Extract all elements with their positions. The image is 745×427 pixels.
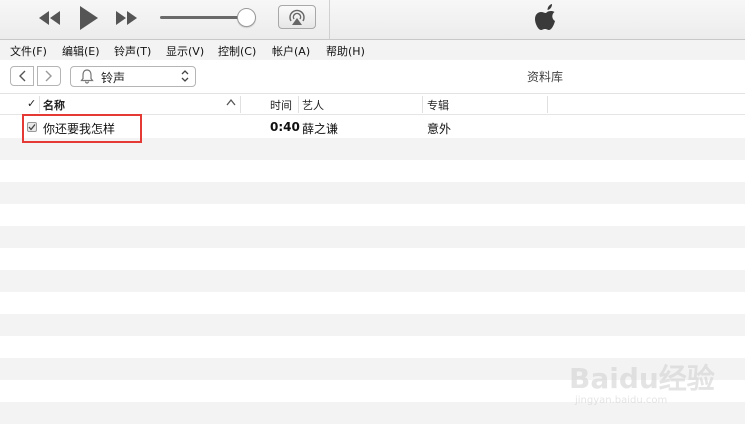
menu-controls[interactable]: 控制(C): [218, 43, 256, 59]
column-separator: [39, 96, 40, 113]
toolbar-divider: [329, 0, 330, 39]
airplay-icon: [289, 9, 305, 25]
menu-bar: 文件(F) 编辑(E) 铃声(T) 显示(V) 控制(C) 帐户(A) 帮助(H…: [0, 39, 745, 60]
empty-row: [0, 182, 745, 204]
airplay-button[interactable]: [278, 5, 316, 29]
column-time[interactable]: 时间: [270, 97, 292, 113]
column-artist[interactable]: 艺人: [302, 97, 324, 113]
rewind-icon: [39, 11, 60, 25]
forward-button[interactable]: [37, 66, 61, 86]
highlight-box: [22, 114, 142, 143]
empty-row: [0, 248, 745, 270]
back-button[interactable]: [10, 66, 34, 86]
column-separator: [240, 96, 241, 113]
watermark: Baidu经验 jingyan.baidu.com: [565, 345, 715, 415]
column-separator: [298, 96, 299, 113]
empty-row: [0, 314, 745, 336]
track-album: 意外: [427, 122, 452, 136]
fast-forward-button[interactable]: [112, 7, 140, 29]
sort-ascending-icon: [226, 98, 236, 106]
column-separator: [422, 96, 423, 113]
rewind-button[interactable]: [36, 7, 64, 29]
column-check[interactable]: ✓: [27, 97, 36, 110]
empty-row: [0, 226, 745, 248]
player-toolbar: [0, 0, 745, 39]
watermark-sub: jingyan.baidu.com: [575, 395, 668, 406]
track-time: 0:40: [270, 120, 300, 134]
chevron-left-icon: [19, 70, 26, 82]
watermark-main: Baidu经验: [569, 362, 715, 395]
bell-icon: [80, 69, 94, 84]
empty-row: [0, 204, 745, 226]
column-separator: [547, 96, 548, 113]
track-artist: 薛之谦: [302, 122, 339, 136]
column-header: ✓ 名称 时间 艺人 专辑: [0, 94, 745, 115]
column-album[interactable]: 专辑: [427, 97, 449, 113]
empty-row: [0, 270, 745, 292]
fast-forward-icon: [116, 11, 137, 25]
library-label[interactable]: 资料库: [527, 68, 563, 85]
empty-row: [0, 292, 745, 314]
empty-row: [0, 160, 745, 182]
column-name[interactable]: 名称: [43, 97, 65, 113]
source-label: 铃声: [101, 71, 126, 85]
apple-logo-icon: [535, 4, 555, 30]
play-button[interactable]: [74, 4, 102, 32]
menu-file[interactable]: 文件(F): [10, 43, 47, 59]
play-icon: [80, 6, 98, 30]
menu-ringtones[interactable]: 铃声(T): [114, 43, 151, 59]
chevron-right-icon: [45, 70, 52, 82]
apple-logo: [532, 2, 562, 36]
up-down-chevron-icon: [181, 70, 189, 82]
navigation-bar: 铃声 资料库: [0, 60, 745, 94]
volume-slider-knob[interactable]: [237, 8, 257, 27]
menu-help[interactable]: 帮助(H): [326, 43, 365, 59]
menu-view[interactable]: 显示(V): [166, 43, 204, 59]
menu-edit[interactable]: 编辑(E): [62, 43, 100, 59]
media-source-selector[interactable]: 铃声: [70, 66, 196, 87]
menu-account[interactable]: 帐户(A): [272, 43, 310, 59]
